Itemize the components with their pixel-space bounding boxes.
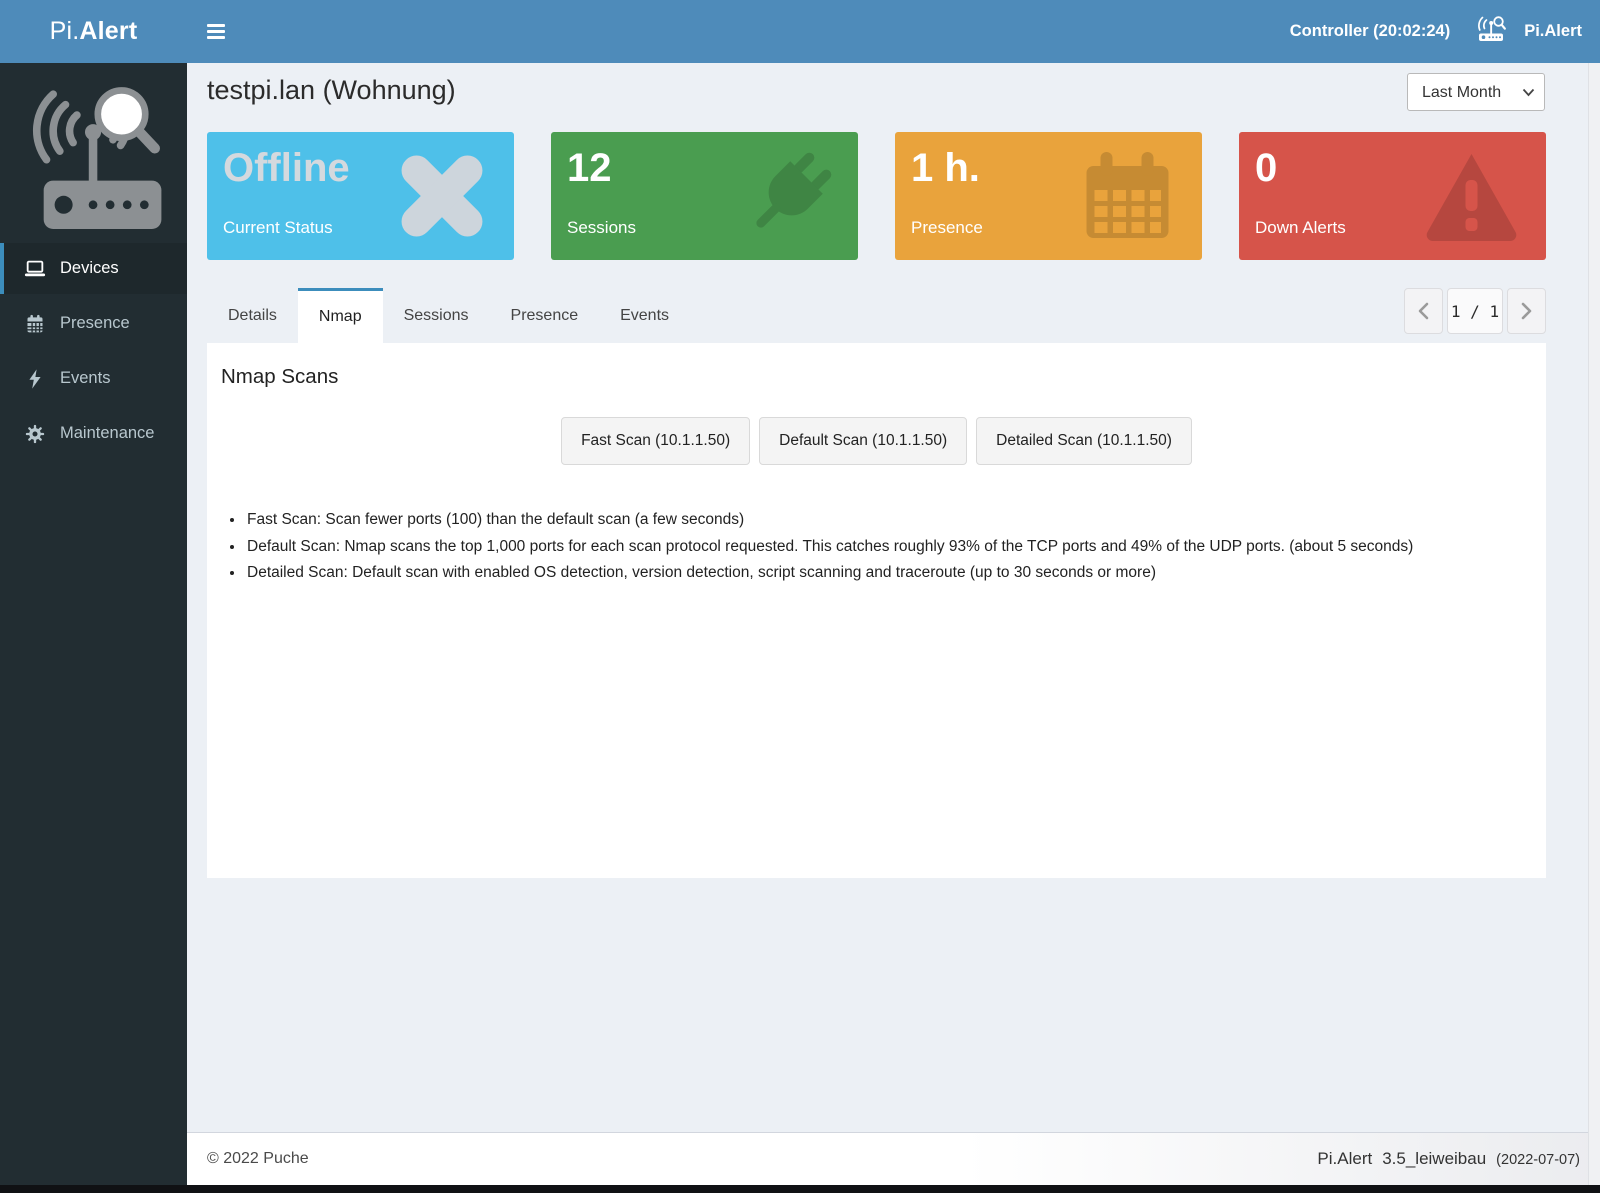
- card-current-status[interactable]: Offline Current Status: [207, 132, 514, 260]
- page-title: testpi.lan (Wohnung): [207, 75, 456, 105]
- pialert-app: Pi.Alert Controller (20:02:24) Pi.Alert …: [0, 0, 1600, 1193]
- status-cards: Offline Current Status 12 Sessions 1 h. …: [207, 132, 1546, 260]
- logo-prefix: Pi.: [49, 17, 80, 45]
- version-info: Pi.Alert 3.5_leiweibau (2022-07-07): [1317, 1149, 1580, 1169]
- footer-app-name: Pi.Alert: [1317, 1149, 1373, 1168]
- nmap-panel: Nmap Scans Fast Scan (10.1.1.50) Default…: [207, 343, 1546, 878]
- plug-icon: [726, 146, 836, 260]
- sidebar-item-devices[interactable]: Devices: [0, 243, 187, 294]
- default-scan-button[interactable]: Default Scan (10.1.1.50): [759, 417, 968, 465]
- sidebar-item-presence[interactable]: Presence: [0, 298, 187, 349]
- page-indicator: 1 / 1: [1447, 288, 1503, 334]
- navbar-right: Controller (20:02:24) Pi.Alert: [1290, 15, 1582, 48]
- tab-events[interactable]: Events: [599, 288, 690, 343]
- copyright-label: © 2022 Puche: [207, 1150, 309, 1167]
- footer-version: 3.5_leiweibau: [1382, 1149, 1487, 1168]
- device-pagination: 1 / 1: [1404, 288, 1546, 334]
- sidebar-item-events[interactable]: Events: [0, 353, 187, 404]
- period-select-wrap: Last Month: [1407, 73, 1545, 111]
- account-label[interactable]: Pi.Alert: [1524, 22, 1582, 41]
- prev-device-button[interactable]: [1404, 288, 1443, 334]
- content-area: testpi.lan (Wohnung) Last Month Offline …: [187, 63, 1600, 1132]
- calendar-icon: [1075, 146, 1180, 251]
- router-scan-icon: [1476, 15, 1510, 48]
- sidebar-menu: Devices Presence Events Maintenance: [0, 243, 187, 459]
- scan-note-fast: Fast Scan: Scan fewer ports (100) than t…: [245, 507, 1546, 534]
- x-icon: [392, 146, 492, 251]
- sidebar-item-label: Presence: [60, 314, 130, 332]
- scrollbar[interactable]: [1588, 63, 1600, 1185]
- next-device-button[interactable]: [1507, 288, 1546, 334]
- bolt-icon: [23, 368, 47, 390]
- fast-scan-button[interactable]: Fast Scan (10.1.1.50): [561, 417, 751, 465]
- sidebar-item-label: Maintenance: [60, 424, 155, 442]
- content-header: testpi.lan (Wohnung) Last Month: [207, 72, 1546, 122]
- footer: © 2022 Puche Pi.Alert 3.5_leiweibau (202…: [187, 1132, 1600, 1185]
- window-bottom-edge: [0, 1185, 1600, 1193]
- chevron-left-icon: [1418, 302, 1429, 320]
- app-logo[interactable]: Pi.Alert: [0, 0, 187, 63]
- sidebar-toggle-icon[interactable]: [207, 21, 233, 43]
- tabs-row: Details Nmap Sessions Presence Events 1 …: [207, 288, 1546, 343]
- warning-triangle-icon: [1419, 146, 1524, 251]
- tab-sessions[interactable]: Sessions: [383, 288, 490, 343]
- card-label: Sessions: [567, 218, 636, 237]
- logo-suffix: Alert: [79, 17, 138, 45]
- gear-icon: [23, 424, 47, 444]
- sidebar-item-label: Devices: [60, 259, 119, 277]
- scan-buttons: Fast Scan (10.1.1.50) Default Scan (10.1…: [207, 417, 1546, 465]
- tab-nmap[interactable]: Nmap: [297, 288, 383, 343]
- laptop-icon: [23, 258, 47, 279]
- footer-date: (2022-07-07): [1496, 1152, 1580, 1168]
- chevron-right-icon: [1521, 302, 1532, 320]
- period-select[interactable]: Last Month: [1407, 73, 1545, 111]
- router-scan-logo: [0, 63, 187, 241]
- sidebar-item-maintenance[interactable]: Maintenance: [0, 408, 187, 459]
- sidebar-item-label: Events: [60, 369, 111, 387]
- tab-presence[interactable]: Presence: [490, 288, 600, 343]
- scan-note-detailed: Detailed Scan: Default scan with enabled…: [245, 560, 1546, 587]
- top-navbar: Pi.Alert Controller (20:02:24) Pi.Alert: [0, 0, 1600, 63]
- controller-clock-label[interactable]: Controller (20:02:24): [1290, 22, 1450, 41]
- calendar-icon: [23, 313, 47, 335]
- card-down-alerts[interactable]: 0 Down Alerts: [1239, 132, 1546, 260]
- card-sessions[interactable]: 12 Sessions: [551, 132, 858, 260]
- card-label: Current Status: [223, 218, 333, 237]
- scan-note-default: Default Scan: Nmap scans the top 1,000 p…: [245, 534, 1546, 561]
- device-tabs: Details Nmap Sessions Presence Events: [207, 288, 1546, 343]
- scan-notes: Fast Scan: Scan fewer ports (100) than t…: [245, 507, 1546, 587]
- card-presence[interactable]: 1 h. Presence: [895, 132, 1202, 260]
- detailed-scan-button[interactable]: Detailed Scan (10.1.1.50): [976, 417, 1192, 465]
- card-label: Down Alerts: [1255, 218, 1346, 237]
- nmap-heading: Nmap Scans: [221, 365, 339, 388]
- sidebar: Devices Presence Events Maintenance: [0, 63, 187, 1185]
- card-label: Presence: [911, 218, 983, 237]
- tab-details[interactable]: Details: [207, 288, 298, 343]
- navbar: Controller (20:02:24) Pi.Alert: [187, 0, 1600, 63]
